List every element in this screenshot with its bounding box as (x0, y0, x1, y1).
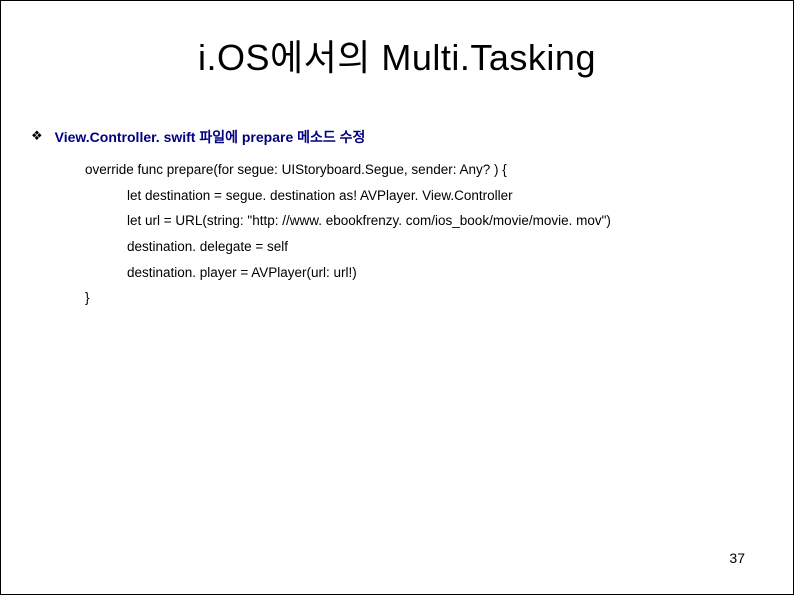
code-line: destination. delegate = self (85, 234, 763, 260)
code-line: override func prepare(for segue: UIStory… (85, 157, 763, 183)
code-block: override func prepare(for segue: UIStory… (31, 157, 763, 311)
page-number: 37 (729, 550, 745, 566)
bullet-label: View.Controller. swift 파일에 prepare 메소드 수… (55, 127, 366, 147)
code-line: destination. player = AVPlayer(url: url!… (85, 260, 763, 286)
slide-title: i.OS에서의 Multi.Tasking (1, 1, 793, 101)
bullet-item: ❖ View.Controller. swift 파일에 prepare 메소드… (31, 127, 763, 147)
code-line: let url = URL(string: "http: //www. eboo… (85, 208, 763, 234)
diamond-bullet-icon: ❖ (31, 128, 43, 144)
code-line: let destination = segue. destination as!… (85, 183, 763, 209)
content-area: ❖ View.Controller. swift 파일에 prepare 메소드… (1, 101, 793, 311)
code-line: } (85, 285, 763, 311)
